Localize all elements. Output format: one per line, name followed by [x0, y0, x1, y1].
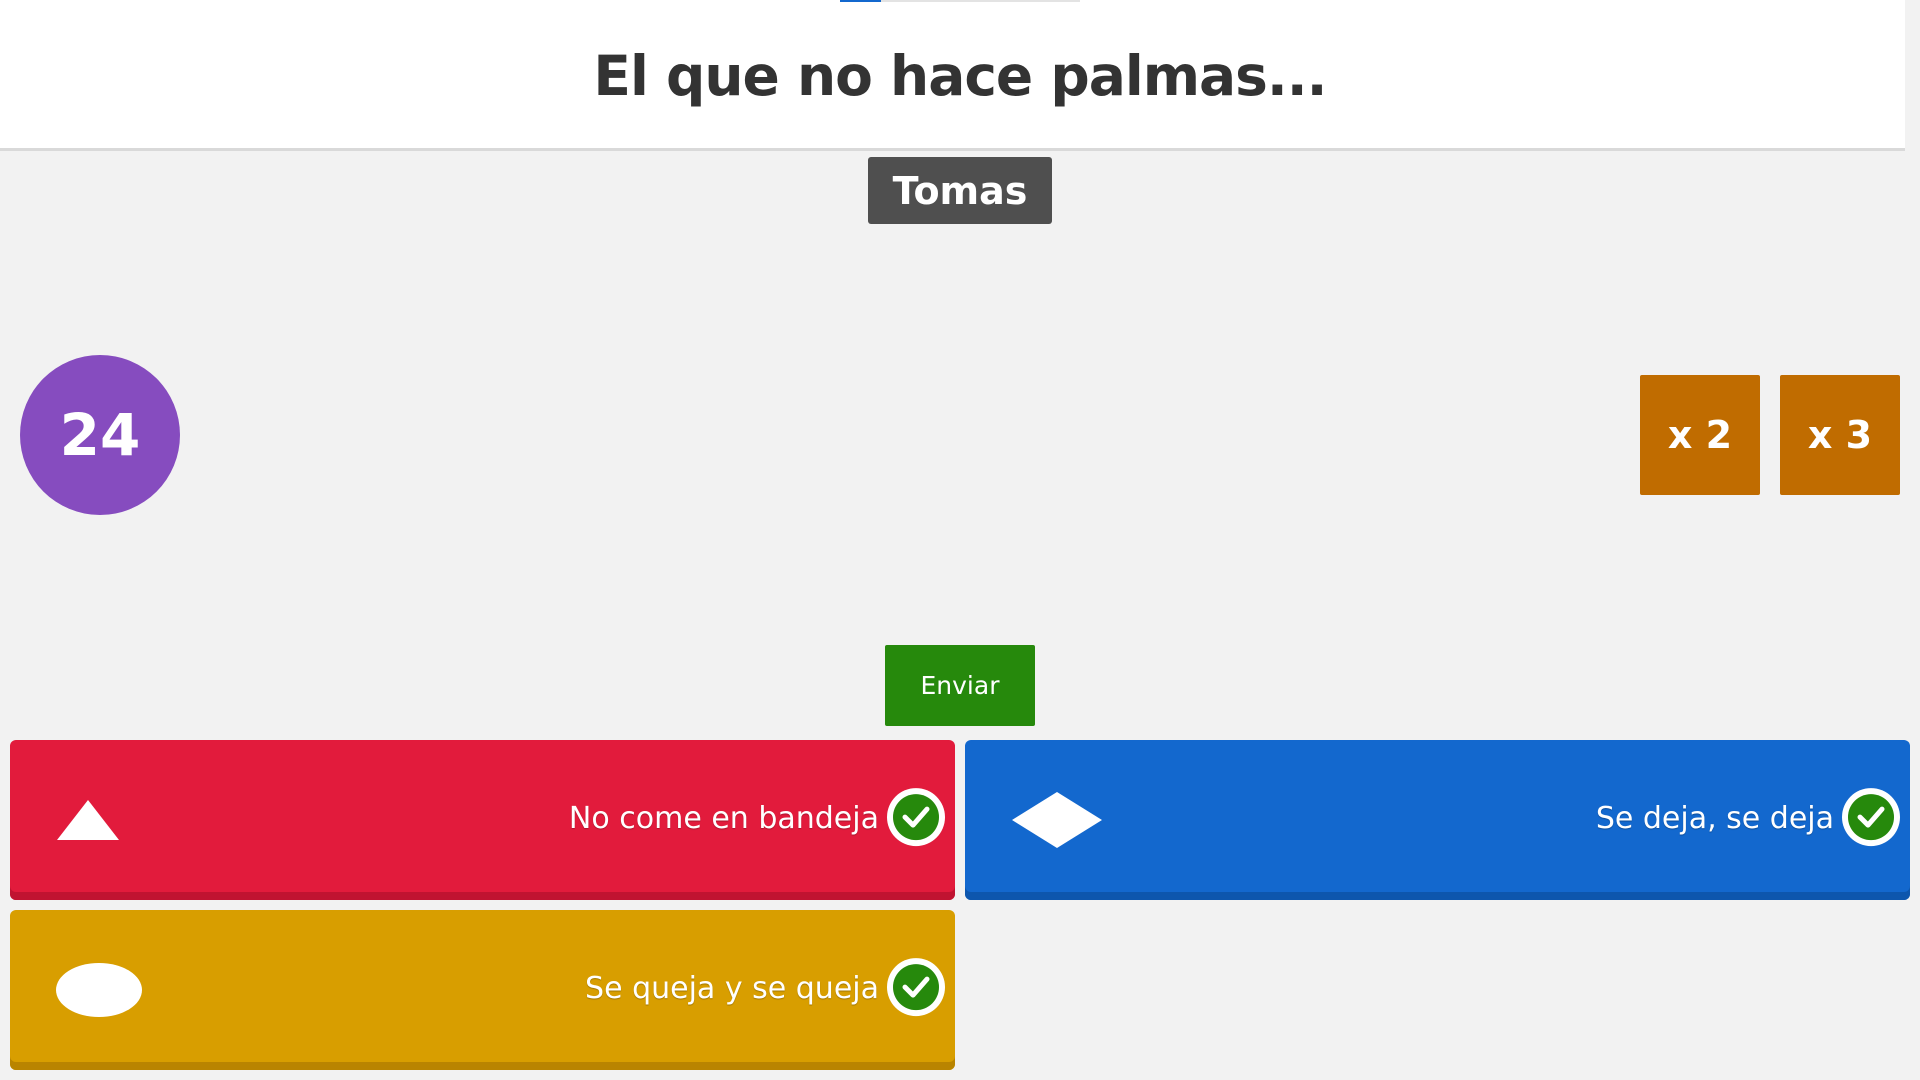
multiplier-x2-button[interactable]: x 2 — [1640, 375, 1760, 495]
answer-option-2[interactable]: Se deja, se deja — [965, 740, 1910, 900]
circle-icon — [56, 963, 142, 1017]
countdown-timer: 24 — [20, 355, 180, 515]
answer-option-3-label: Se queja y se queja — [585, 970, 879, 1006]
question-header: El que no hace palmas... — [0, 0, 1905, 151]
check-icon — [1842, 788, 1900, 847]
progress-bar — [840, 0, 1080, 2]
check-icon — [887, 958, 945, 1017]
answer-option-1[interactable]: No come en bandeja — [10, 740, 955, 900]
triangle-icon — [57, 800, 119, 840]
multiplier-x3-button[interactable]: x 3 — [1780, 375, 1900, 495]
submit-button[interactable]: Enviar — [885, 645, 1035, 726]
player-name-badge: Tomas — [868, 157, 1052, 224]
answer-option-3[interactable]: Se queja y se queja — [10, 910, 955, 1070]
diamond-icon — [1012, 792, 1102, 848]
question-title: El que no hace palmas... — [593, 44, 1327, 108]
answer-option-2-label: Se deja, se deja — [1595, 800, 1834, 836]
progress-bar-fill — [840, 0, 881, 2]
check-icon — [887, 788, 945, 847]
answer-option-1-label: No come en bandeja — [568, 800, 879, 836]
